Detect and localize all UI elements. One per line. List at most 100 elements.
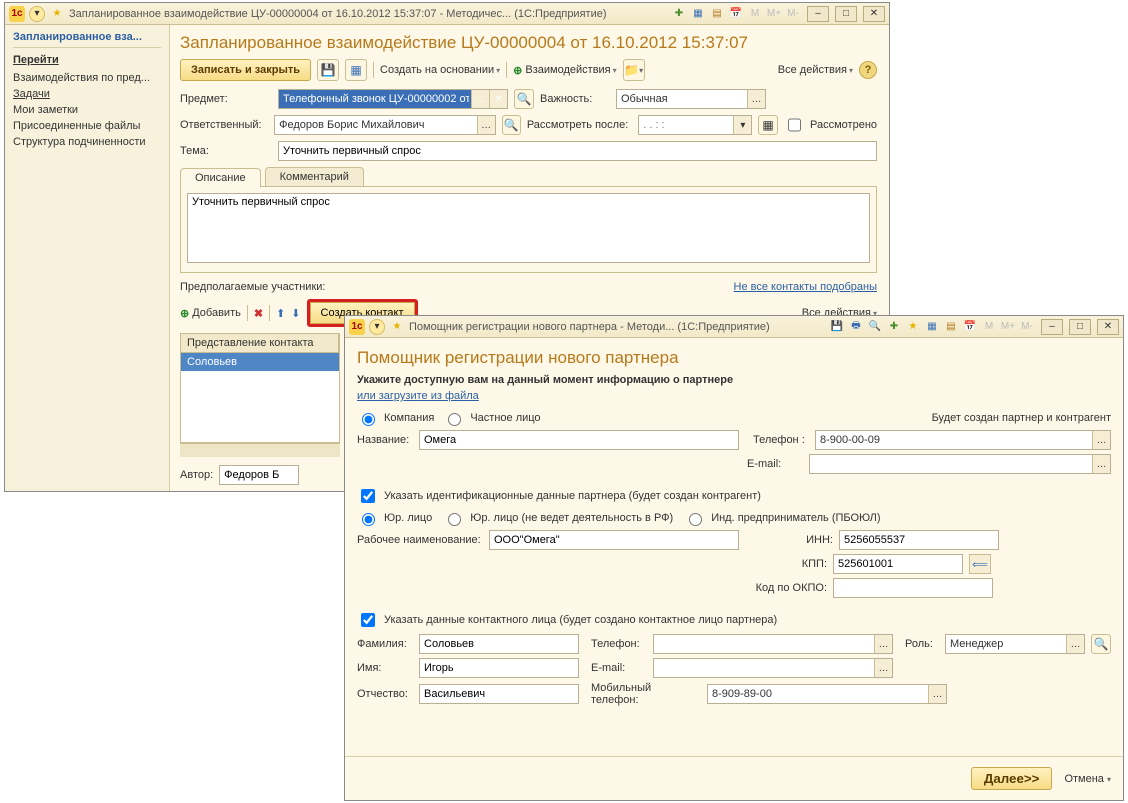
star2-icon[interactable]: ★: [905, 319, 921, 335]
phone-ellipsis-icon[interactable]: …: [1092, 431, 1110, 449]
minimize-button[interactable]: –: [1041, 319, 1063, 335]
phone2-ellipsis-icon[interactable]: …: [874, 635, 892, 653]
fav-add-icon[interactable]: ✚: [886, 319, 902, 335]
ident-checkbox[interactable]: [361, 489, 375, 503]
legal-foreign-radio[interactable]: [448, 513, 461, 526]
save-icon[interactable]: 💾: [317, 59, 339, 81]
titlebar2: 1c ▾ ★ Помощник регистрации нового партн…: [345, 316, 1123, 338]
cancel-button[interactable]: Отмена ▾: [1064, 773, 1111, 785]
responsible-magnifier-icon[interactable]: 🔍: [502, 115, 521, 135]
move-down-icon[interactable]: ⬇: [291, 307, 300, 320]
kpp-input[interactable]: [833, 554, 963, 574]
email2-ellipsis-icon[interactable]: …: [874, 659, 892, 677]
grid-icon[interactable]: ▦: [924, 319, 940, 335]
reviewed-checkbox[interactable]: [788, 118, 801, 132]
maximize-button[interactable]: □: [835, 6, 857, 22]
ind-radio[interactable]: [689, 513, 702, 526]
company-radio[interactable]: [362, 413, 375, 426]
workname-input[interactable]: [489, 530, 739, 550]
importance-combo[interactable]: Обычная …: [616, 89, 766, 109]
phone2-label: Телефон:: [591, 638, 647, 650]
role-magnifier-icon[interactable]: 🔍: [1091, 634, 1111, 654]
sidebar-link-notes[interactable]: Мои заметки: [13, 102, 161, 118]
contact-checkbox[interactable]: [361, 613, 375, 627]
list-row[interactable]: Соловьев: [181, 353, 339, 371]
subject-combo[interactable]: Телефонный звонок ЦУ-00000002 от 1 … ✕: [278, 89, 508, 109]
close-button[interactable]: ✕: [863, 6, 885, 22]
sidebar-link-interactions[interactable]: Взаимодействия по пред...: [13, 70, 161, 86]
help-icon[interactable]: ?: [859, 61, 877, 79]
h-scrollbar[interactable]: [180, 443, 340, 457]
role-combo[interactable]: Менеджер …: [945, 634, 1085, 654]
legal-radio[interactable]: [362, 513, 375, 526]
close-button[interactable]: ✕: [1097, 319, 1119, 335]
tab-description[interactable]: Описание: [180, 168, 261, 187]
tab-comment[interactable]: Комментарий: [265, 167, 364, 186]
delete-icon[interactable]: ✖: [254, 307, 263, 320]
legal-foreign-radio-label: Юр. лицо (не ведет деятельность в РФ): [470, 512, 673, 524]
next-button[interactable]: Далее>>: [971, 767, 1053, 790]
subject-clear-icon[interactable]: ✕: [489, 90, 507, 108]
fav-add-icon[interactable]: ✚: [671, 6, 687, 22]
review-after-dropdown-icon[interactable]: ▾: [733, 116, 751, 134]
dropdown-icon[interactable]: ▾: [369, 319, 385, 335]
surname-input[interactable]: [419, 634, 579, 654]
patronymic-input[interactable]: [419, 684, 579, 704]
maximize-button[interactable]: □: [1069, 319, 1091, 335]
load-from-file-link[interactable]: или загрузите из файла: [357, 390, 479, 402]
phone2-combo[interactable]: …: [653, 634, 893, 654]
grid-icon[interactable]: ▦: [690, 6, 706, 22]
phone-combo[interactable]: 8-900-00-09 …: [815, 430, 1111, 450]
not-all-contacts-link[interactable]: Не все контакты подобраны: [734, 281, 878, 293]
sidebar-link-files[interactable]: Присоединенные файлы: [13, 118, 161, 134]
email-combo[interactable]: …: [809, 454, 1111, 474]
folder-dropdown-icon[interactable]: 📁▾: [623, 59, 645, 81]
save-and-close-button[interactable]: Записать и закрыть: [180, 59, 311, 81]
print-icon[interactable]: 🖶: [848, 319, 864, 335]
okpo-input[interactable]: [833, 578, 993, 598]
add-button[interactable]: ⊕Добавить: [180, 307, 241, 320]
save-icon[interactable]: 💾: [829, 319, 845, 335]
kpp-back-icon[interactable]: ⟸: [969, 554, 991, 574]
dropdown-icon[interactable]: ▾: [29, 6, 45, 22]
inn-input[interactable]: [839, 530, 999, 550]
subject-ellipsis-icon[interactable]: …: [471, 90, 489, 108]
minimize-button[interactable]: –: [807, 6, 829, 22]
importance-ellipsis-icon[interactable]: …: [747, 90, 765, 108]
review-after-combo[interactable]: . . : : ▾: [638, 115, 752, 135]
calendar-icon[interactable]: 📅: [728, 6, 744, 22]
move-up-icon[interactable]: ⬆: [276, 307, 285, 320]
responsible-combo[interactable]: Федоров Борис Михайлович …: [274, 115, 495, 135]
calc-icon[interactable]: ▤: [709, 6, 725, 22]
app-icon: 1c: [9, 6, 25, 22]
create-based-on-menu[interactable]: Создать на основании▾: [380, 64, 500, 76]
all-actions-menu[interactable]: Все действия▾: [778, 64, 853, 76]
preview-icon[interactable]: 🔍: [867, 319, 883, 335]
firstname-label: Имя:: [357, 662, 413, 674]
author-input[interactable]: [219, 465, 299, 485]
sidebar-link-structure[interactable]: Структура подчиненности: [13, 134, 161, 150]
calc-icon[interactable]: ▤: [943, 319, 959, 335]
responsible-ellipsis-icon[interactable]: …: [477, 116, 495, 134]
tabs: Описание Комментарий: [180, 167, 877, 187]
doc-icon[interactable]: ▦: [345, 59, 367, 81]
star-icon[interactable]: ★: [389, 319, 405, 335]
email2-combo[interactable]: …: [653, 658, 893, 678]
participants-list[interactable]: Представление контакта Соловьев: [180, 333, 340, 443]
subject-magnifier-icon[interactable]: 🔍: [514, 89, 534, 109]
calendar-icon[interactable]: 📅: [962, 319, 978, 335]
interactions-menu[interactable]: ⊕Взаимодействия▾: [513, 64, 616, 77]
name-input[interactable]: [419, 430, 739, 450]
sidebar: Запланированное вза... Перейти Взаимодей…: [5, 25, 170, 491]
topic-input[interactable]: [278, 141, 877, 161]
role-ellipsis-icon[interactable]: …: [1066, 635, 1084, 653]
mobile-ellipsis-icon[interactable]: …: [928, 685, 946, 703]
mobile-combo[interactable]: 8-909-89-00 …: [707, 684, 947, 704]
firstname-input[interactable]: [419, 658, 579, 678]
review-after-calendar-icon[interactable]: ▦: [758, 115, 777, 135]
email-ellipsis-icon[interactable]: …: [1092, 455, 1110, 473]
private-radio[interactable]: [448, 413, 461, 426]
description-textarea[interactable]: Уточнить первичный спрос: [187, 193, 870, 263]
sidebar-link-tasks[interactable]: Задачи: [13, 86, 161, 102]
star-icon[interactable]: ★: [49, 6, 65, 22]
